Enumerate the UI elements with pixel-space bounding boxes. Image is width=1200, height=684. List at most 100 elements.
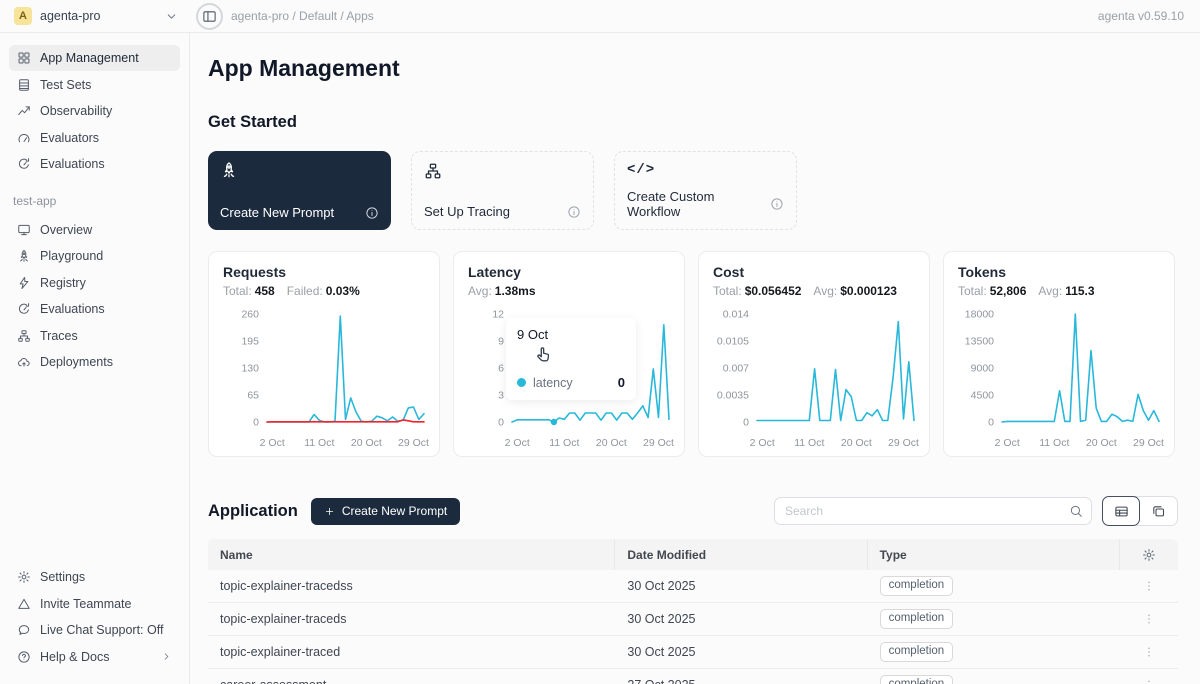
metric-title: Latency: [468, 264, 670, 280]
card-view-icon: [1151, 504, 1166, 519]
sidebar-item-evaluations[interactable]: Evaluations: [9, 296, 180, 322]
get-started-card-set-up-tracing[interactable]: Set Up Tracing: [411, 151, 594, 230]
get-started-card-label: Create New Prompt: [220, 205, 334, 220]
search-box: [774, 497, 1092, 525]
sidebar-item-label: Observability: [40, 104, 112, 118]
sidebar-item-playground[interactable]: Playground: [9, 243, 180, 269]
grid-icon: [17, 51, 31, 65]
info-icon[interactable]: [567, 205, 581, 219]
metric-card-cost: CostTotal:$0.056452Avg:$0.00012300.00350…: [698, 251, 930, 457]
test-sets-icon: [17, 78, 31, 92]
svg-text:4500: 4500: [971, 390, 995, 402]
panel-collapse-icon: [202, 9, 217, 24]
code-icon: </>: [627, 162, 784, 180]
svg-text:2 Oct: 2 Oct: [505, 437, 530, 449]
get-started-title: Get Started: [208, 113, 1178, 132]
table-row[interactable]: topic-explainer-tracedss30 Oct 2025compl…: [208, 570, 1178, 603]
search-icon: [1069, 504, 1083, 518]
svg-text:29 Oct: 29 Oct: [1133, 437, 1164, 449]
sidebar-item-invite-teammate[interactable]: Invite Teammate: [9, 591, 180, 617]
sidebar-item-label: Evaluations: [40, 302, 105, 316]
app-name-cell: topic-explainer-traceds: [208, 603, 615, 635]
sidebar-item-registry[interactable]: Registry: [9, 270, 180, 296]
svg-text:6: 6: [498, 363, 504, 375]
triangle-icon: [17, 597, 31, 611]
sidebar-section-label: test-app: [13, 194, 180, 208]
legend-dot: [517, 378, 526, 387]
sidebar-item-settings[interactable]: Settings: [9, 564, 180, 590]
hand-cursor-icon: [534, 345, 553, 364]
svg-text:20 Oct: 20 Oct: [1086, 437, 1117, 449]
column-header-type[interactable]: Type: [868, 539, 1120, 570]
evaluators-icon: [17, 131, 31, 145]
svg-text:130: 130: [241, 363, 259, 375]
sidebar-item-evaluations[interactable]: Evaluations: [9, 151, 180, 177]
svg-text:11 Oct: 11 Oct: [794, 437, 824, 449]
tooltip-value: 0: [618, 375, 625, 390]
app-name-cell: topic-explainer-traced: [208, 636, 615, 668]
metric-chart: 04500900013500180002 Oct11 Oct20 Oct29 O…: [958, 302, 1164, 452]
sidebar-item-help-docs[interactable]: Help & Docs: [9, 644, 180, 670]
search-input[interactable]: [775, 504, 1061, 518]
type-badge: completion: [880, 642, 954, 662]
info-icon[interactable]: [770, 197, 784, 211]
main-content: App Management Get Started Create New Pr…: [190, 33, 1200, 684]
card-view-button[interactable]: [1139, 497, 1177, 525]
info-icon[interactable]: [365, 206, 379, 220]
svg-text:65: 65: [247, 390, 259, 402]
tree-icon: [17, 329, 31, 343]
metric-chart: 00.00350.0070.01050.0142 Oct11 Oct20 Oct…: [713, 302, 919, 452]
sidebar-item-test-sets[interactable]: Test Sets: [9, 72, 180, 98]
sidebar-item-traces[interactable]: Traces: [9, 323, 180, 349]
tooltip-date: 9 Oct: [517, 327, 625, 342]
app-name-cell: career-assessment: [208, 669, 615, 684]
table-row[interactable]: career-assessment27 Oct 2025completion: [208, 669, 1178, 684]
sidebar-item-app-management[interactable]: App Management: [9, 45, 180, 71]
metric-stat: Total:52,806: [958, 284, 1026, 298]
metric-stat: Avg:$0.000123: [813, 284, 897, 298]
overview-icon: [17, 223, 31, 237]
table-view-button[interactable]: [1102, 496, 1140, 526]
svg-text:29 Oct: 29 Oct: [398, 437, 429, 449]
svg-text:20 Oct: 20 Oct: [596, 437, 627, 449]
sidebar-item-observability[interactable]: Observability: [9, 98, 180, 124]
column-header-date-modified[interactable]: Date Modified: [615, 539, 867, 570]
application-title: Application: [208, 502, 298, 521]
breadcrumb[interactable]: agenta-pro / Default / Apps: [231, 9, 374, 23]
row-more-button[interactable]: [1138, 674, 1160, 684]
svg-text:11 Oct: 11 Oct: [304, 437, 334, 449]
search-button[interactable]: [1061, 498, 1091, 524]
metric-card-requests: RequestsTotal:458Failed:0.03%06513019526…: [208, 251, 440, 457]
sidebar-item-evaluators[interactable]: Evaluators: [9, 125, 180, 151]
sidebar-item-live-chat-support-off[interactable]: Live Chat Support: Off: [9, 617, 180, 643]
row-more-button[interactable]: [1138, 575, 1160, 597]
date-modified-cell: 30 Oct 2025: [615, 603, 867, 635]
table-row[interactable]: topic-explainer-traced30 Oct 2025complet…: [208, 636, 1178, 669]
get-started-card-create-new-prompt[interactable]: Create New Prompt: [208, 151, 391, 230]
tooltip-series: latency: [533, 376, 573, 390]
workspace-switcher[interactable]: A agenta-pro: [0, 7, 190, 25]
column-header-name[interactable]: Name: [208, 539, 615, 570]
top-bar: A agenta-pro agenta-pro / Default / Apps…: [0, 0, 1200, 33]
sidebar-item-overview[interactable]: Overview: [9, 217, 180, 243]
sidebar-item-deployments[interactable]: Deployments: [9, 349, 180, 375]
sidebar-collapse-button[interactable]: [196, 3, 223, 30]
svg-text:11 Oct: 11 Oct: [1039, 437, 1069, 449]
rocket-icon: [17, 249, 31, 263]
evaluations-icon: [17, 302, 31, 316]
date-modified-cell: 27 Oct 2025: [615, 669, 867, 684]
svg-text:0.007: 0.007: [723, 363, 749, 375]
row-more-button[interactable]: [1138, 608, 1160, 630]
view-toggle: [1102, 496, 1178, 526]
column-settings-button[interactable]: [1138, 544, 1160, 566]
sidebar-item-label: Evaluators: [40, 131, 99, 145]
chat-icon: [17, 623, 31, 637]
svg-text:29 Oct: 29 Oct: [643, 437, 674, 449]
sidebar-item-label: Playground: [40, 249, 103, 263]
get-started-card-create-custom-workflow[interactable]: </>Create Custom Workflow: [614, 151, 797, 230]
create-new-prompt-button[interactable]: Create New Prompt: [311, 498, 460, 525]
svg-text:2 Oct: 2 Oct: [750, 437, 775, 449]
table-row[interactable]: topic-explainer-traceds30 Oct 2025comple…: [208, 603, 1178, 636]
sidebar-item-label: Overview: [40, 223, 92, 237]
row-more-button[interactable]: [1138, 641, 1160, 663]
